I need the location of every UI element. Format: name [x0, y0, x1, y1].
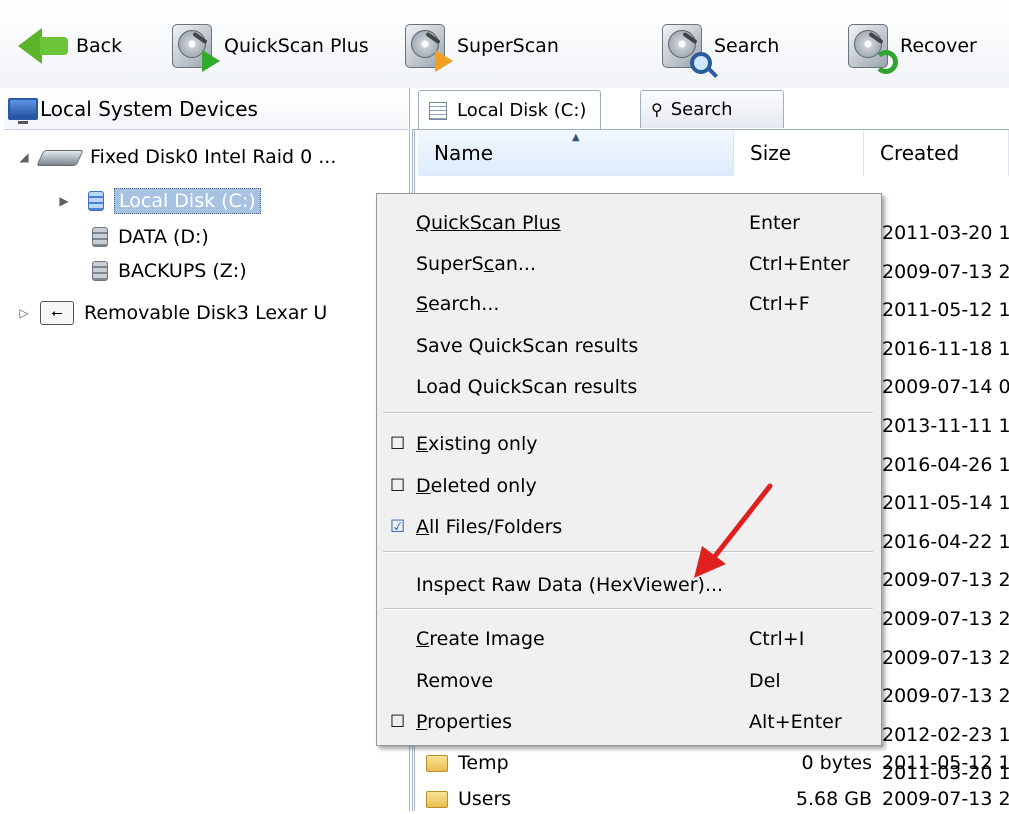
tree-item-fixed-disk0[interactable]: ◢ Fixed Disk0 Intel Raid 0 ...	[16, 140, 336, 174]
file-size: 0 bytes	[801, 752, 872, 774]
file-row-users[interactable]: Users	[426, 784, 511, 814]
volume-icon	[88, 191, 104, 211]
created-date-cell: 2009-07-13 2	[882, 685, 1009, 707]
volume-icon	[92, 261, 108, 281]
expand-triangle-icon[interactable]: ▶	[56, 194, 72, 208]
hard-disk-search-icon	[660, 22, 712, 74]
created-date-cell: 2011-05-14 1	[882, 492, 1009, 514]
tab-local-disk-c[interactable]: Local Disk (C:)	[418, 90, 602, 130]
hard-disk-recover-icon	[846, 22, 898, 74]
folder-icon	[426, 790, 448, 808]
usb-icon: ⭠	[40, 301, 74, 325]
checkbox-unchecked-icon: ☐	[390, 434, 406, 454]
tree-item-removable-disk3[interactable]: ▷ ⭠ Removable Disk3 Lexar U	[16, 296, 327, 330]
hard-disk-play-icon	[170, 22, 220, 72]
hard-drive-icon	[36, 146, 84, 168]
device-tree-header: Local System Devices	[4, 88, 408, 130]
column-header-name[interactable]: ▲ Name	[418, 130, 734, 176]
tree-item-backups-z[interactable]: BACKUPS (Z:)	[92, 254, 247, 288]
recover-button[interactable]: Recover	[846, 18, 977, 74]
menu-item-existing-only[interactable]: ☐ Existing only	[377, 425, 881, 463]
created-date-cell: 2013-11-11 1	[882, 415, 1009, 437]
tree-item-local-disk-c[interactable]: ▶ Local Disk (C:)	[56, 184, 261, 218]
menu-separator	[383, 412, 873, 414]
checkbox-unchecked-icon: ☐	[390, 712, 406, 732]
computer-monitor-icon	[8, 97, 38, 124]
created-date-cell: 2009-07-13 2	[882, 569, 1009, 591]
checkbox-unchecked-icon: ☐	[390, 476, 406, 496]
menu-item-load-results[interactable]: Load QuickScan results	[377, 368, 881, 406]
created-date-cell: 2012-02-23 1	[882, 724, 1009, 746]
file-row-temp[interactable]: Temp	[426, 748, 509, 778]
created-date-cell: 2009-07-14 0	[882, 376, 1009, 398]
created-date-cell: 2016-04-22 1	[882, 531, 1009, 553]
device-tree-pane: Local System Devices ◢ Fixed Disk0 Intel…	[0, 88, 410, 811]
created-date-cell: 2016-11-18 1	[882, 338, 1009, 360]
hard-disk-superscan-icon	[403, 22, 453, 72]
collapse-triangle-icon[interactable]: ◢	[16, 150, 32, 164]
menu-item-all-files-folders[interactable]: ☑ All Files/Folders	[377, 508, 881, 546]
menu-item-remove[interactable]: Remove Del	[377, 662, 881, 700]
menu-item-search[interactable]: Search... Ctrl+F	[377, 285, 881, 323]
created-date-cell: 2016-04-26 1	[882, 454, 1009, 476]
column-header-size[interactable]: Size	[734, 130, 864, 176]
volume-icon	[92, 227, 108, 247]
quickscan-plus-button[interactable]: QuickScan Plus	[170, 18, 369, 74]
annotation-arrow-icon	[694, 483, 773, 578]
menu-item-save-results[interactable]: Save QuickScan results	[377, 327, 881, 365]
search-button[interactable]: Search	[660, 18, 779, 74]
list-view-icon	[429, 101, 447, 120]
menu-separator	[383, 551, 873, 553]
folder-icon	[426, 754, 448, 772]
created-date-cell: 2009-07-13 2	[882, 647, 1009, 669]
created-date-cell: 2009-07-13 2	[882, 261, 1009, 283]
menu-item-quickscan-plus[interactable]: QuickScan Plus Enter	[377, 204, 881, 242]
checkbox-checked-icon: ☑	[390, 517, 406, 537]
back-arrow-icon	[18, 28, 68, 64]
context-menu: QuickScan Plus Enter SuperScan... Ctrl+E…	[376, 193, 882, 746]
device-tree-title: Local System Devices	[40, 96, 258, 121]
menu-item-deleted-only[interactable]: ☐ Deleted only	[377, 467, 881, 505]
sort-ascending-icon: ▲	[572, 132, 580, 143]
back-button[interactable]: Back	[18, 18, 122, 74]
menu-item-inspect-raw-data[interactable]: Inspect Raw Data (HexViewer)...	[377, 566, 881, 604]
file-created: 2009-07-13 2	[882, 788, 1009, 810]
menu-item-properties[interactable]: ☐ Properties Alt+Enter	[377, 703, 881, 741]
superscan-button[interactable]: SuperScan	[403, 18, 559, 74]
menu-item-create-image[interactable]: Create Image Ctrl+I	[377, 620, 881, 658]
tab-search[interactable]: ⚲ Search	[640, 90, 784, 128]
expand-triangle-icon[interactable]: ▷	[16, 306, 32, 320]
toolbar: Back QuickScan Plus SuperScan Search Rec…	[0, 0, 1009, 88]
menu-item-superscan[interactable]: SuperScan... Ctrl+Enter	[377, 245, 881, 283]
created-date-cell: 2009-07-13 2	[882, 608, 1009, 630]
column-header-created[interactable]: Created	[864, 130, 1009, 176]
tree-item-data-d[interactable]: DATA (D:)	[92, 220, 209, 254]
binoculars-icon: ⚲	[651, 100, 663, 119]
file-size: 5.68 GB	[795, 788, 872, 810]
file-created: 2011-05-12 1	[882, 752, 1009, 774]
created-date-cell: 2011-03-20 1	[882, 222, 1009, 244]
menu-separator	[383, 608, 873, 610]
created-date-cell: 2011-05-12 1	[882, 299, 1009, 321]
